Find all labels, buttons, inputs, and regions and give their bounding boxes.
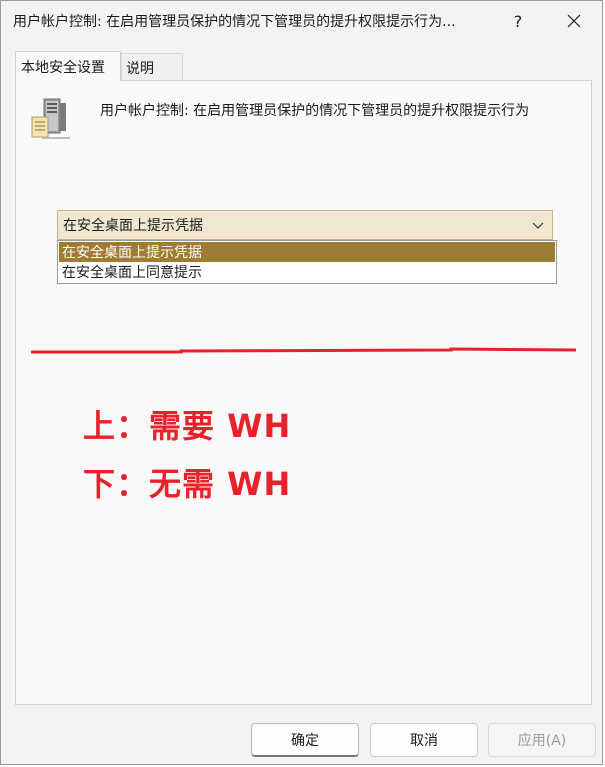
- dropdown-selected-value: 在安全桌面上提示凭据: [63, 218, 203, 234]
- tab-local-security-setting[interactable]: 本地安全设置: [15, 51, 121, 81]
- policy-title: 用户帐户控制: 在启用管理员保护的情况下管理员的提升权限提示行为: [100, 103, 530, 119]
- title-bar: 用户帐户控制: 在启用管理员保护的情况下管理员的提升权限提示行为... ?: [1, 1, 602, 41]
- chevron-down-icon: [532, 222, 544, 229]
- annotation-upper: 上：需要 WH: [83, 407, 292, 445]
- dialog-window: 用户帐户控制: 在启用管理员保护的情况下管理员的提升权限提示行为... ? 本地…: [0, 0, 603, 765]
- dropdown-option-prompt-consent[interactable]: 在安全桌面上同意提示: [59, 262, 555, 282]
- red-separator-line: [31, 347, 576, 354]
- help-button[interactable]: ?: [495, 1, 541, 41]
- window-title: 用户帐户控制: 在启用管理员保护的情况下管理员的提升权限提示行为...: [13, 14, 456, 30]
- close-icon: [567, 14, 581, 28]
- cancel-button[interactable]: 取消: [370, 723, 478, 757]
- dropdown-options-list: 在安全桌面上提示凭据 在安全桌面上同意提示: [57, 240, 557, 284]
- dropdown-option-prompt-credentials[interactable]: 在安全桌面上提示凭据: [59, 242, 555, 262]
- prompt-behavior-dropdown[interactable]: 在安全桌面上提示凭据: [57, 210, 553, 240]
- settings-panel: 用户帐户控制: 在启用管理员保护的情况下管理员的提升权限提示行为 在安全桌面上提…: [15, 80, 592, 705]
- annotation-lower: 下：无需 WH: [83, 465, 292, 503]
- tab-explain[interactable]: 说明: [121, 53, 183, 81]
- server-policy-icon: [31, 98, 70, 139]
- ok-button[interactable]: 确定: [251, 723, 359, 757]
- apply-button[interactable]: 应用(A): [488, 723, 596, 757]
- close-button[interactable]: [551, 1, 597, 41]
